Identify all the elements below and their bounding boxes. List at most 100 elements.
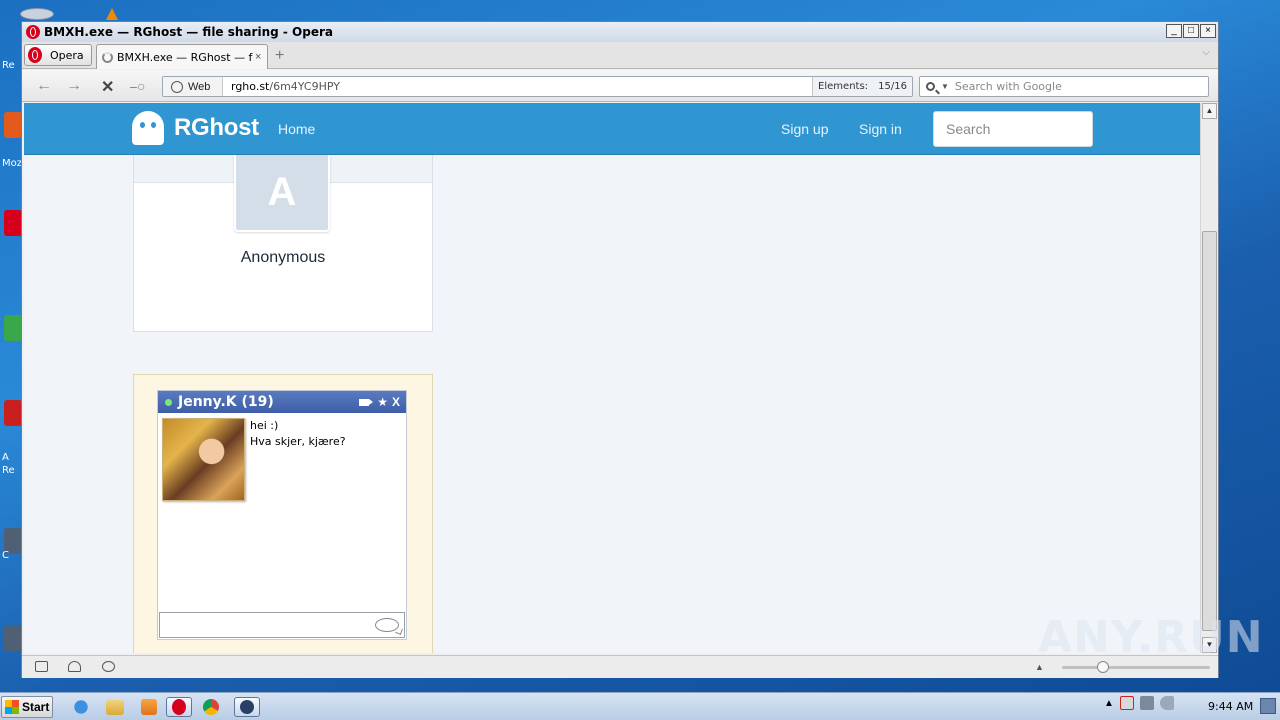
chat-message: Hva skjer, kjære? xyxy=(250,435,346,448)
elements-value: 15/16 xyxy=(878,81,907,92)
window-title: BMXH.exe — RGhost — file sharing - Opera xyxy=(44,25,333,39)
address-field[interactable]: Web rgho.st/6m4YC9HPY Elements: 15/16 xyxy=(162,76,913,97)
site-search-input[interactable]: Search xyxy=(933,111,1093,147)
avatar: A xyxy=(234,155,330,232)
taskbar: Start ▲ 9:44 AM xyxy=(0,692,1280,720)
ghost-logo-icon xyxy=(132,111,164,145)
tab-bar: Opera BMXH.exe — RGhost — f… × + ⌵ xyxy=(22,42,1218,69)
opera-taskbar-button[interactable] xyxy=(166,697,192,717)
desktop-label: A xyxy=(2,452,9,463)
web-label: Web xyxy=(188,80,211,93)
action-center-icon[interactable] xyxy=(1119,696,1134,710)
sign-up-link[interactable]: Sign up xyxy=(781,121,828,137)
vlc-icon[interactable] xyxy=(106,8,118,20)
browser-search-input[interactable]: ▼ Search with Google xyxy=(919,76,1209,97)
zoom-slider[interactable] xyxy=(1062,666,1210,669)
chat-message: hei :) xyxy=(250,419,279,432)
chrome-icon[interactable] xyxy=(203,699,219,715)
show-desktop-button[interactable] xyxy=(1260,698,1276,714)
browser-search-placeholder: Search with Google xyxy=(954,80,1062,93)
minimize-button[interactable]: _ xyxy=(1166,24,1182,38)
start-label: Start xyxy=(22,700,50,714)
opera-menu-button[interactable]: Opera xyxy=(24,44,92,66)
url-text[interactable]: rgho.st/6m4YC9HPY xyxy=(231,80,340,93)
chat-contact-name: Jenny.K (19) xyxy=(178,394,274,410)
contact-photo[interactable] xyxy=(162,418,245,501)
new-tab-button[interactable]: + xyxy=(275,47,284,65)
tab-active[interactable]: BMXH.exe — RGhost — f… × xyxy=(96,44,268,69)
elements-counter: Elements: 15/16 xyxy=(812,77,912,96)
online-status-icon xyxy=(165,398,172,406)
nav-home-link[interactable]: Home xyxy=(278,121,315,137)
sign-in-link[interactable]: Sign in xyxy=(859,121,902,137)
network-icon[interactable] xyxy=(1139,696,1154,710)
cloud-icon[interactable] xyxy=(68,661,81,672)
profile-card: A Anonymous xyxy=(133,155,433,332)
globe-icon xyxy=(171,80,183,93)
chat-widget[interactable]: Jenny.K (19) ★ X hei :) Hva skjer, kjære… xyxy=(157,390,407,640)
clock[interactable]: 9:44 AM xyxy=(1208,700,1253,713)
ad-box: Jenny.K (19) ★ X hei :) Hva skjer, kjære… xyxy=(133,374,433,653)
star-icon[interactable]: ★ xyxy=(377,395,388,409)
firefox-icon[interactable] xyxy=(4,112,22,138)
desktop-label: Moz xyxy=(2,158,22,169)
media-player-icon[interactable] xyxy=(141,699,157,715)
scroll-thumb[interactable] xyxy=(1202,231,1217,631)
url-path: /6m4YC9HPY xyxy=(269,80,340,93)
site-brand: RGhost xyxy=(174,114,259,141)
key-icon[interactable]: ⎯○ xyxy=(130,78,145,95)
back-arrow-icon[interactable]: ← xyxy=(36,77,52,95)
stop-icon[interactable]: ✕ xyxy=(101,77,114,97)
explorer-folder-icon[interactable] xyxy=(106,700,124,715)
recycle-bin-icon[interactable] xyxy=(20,8,54,20)
speed-dial-icon[interactable] xyxy=(102,661,115,672)
forward-arrow-icon[interactable]: → xyxy=(66,77,82,95)
opera-icon xyxy=(172,699,186,715)
video-icon[interactable] xyxy=(359,398,374,406)
chrome-desktop-icon[interactable] xyxy=(4,315,22,341)
page-viewport: RGhost Home Sign up Sign in Search A Ano… xyxy=(24,103,1200,653)
web-badge[interactable]: Web xyxy=(163,77,223,96)
acrobat-icon[interactable] xyxy=(4,400,22,426)
site-header: RGhost Home Sign up Sign in Search xyxy=(24,103,1200,155)
desktop-label: Re xyxy=(2,60,15,71)
opera-logo-icon xyxy=(26,25,40,39)
site-logo[interactable]: RGhost xyxy=(132,111,259,145)
start-button[interactable]: Start xyxy=(1,696,53,718)
profile-name[interactable]: Anonymous xyxy=(134,249,432,267)
scroll-up-button[interactable]: ▲ xyxy=(1202,103,1217,119)
desktop-app-icon[interactable] xyxy=(4,625,22,651)
tab-title: BMXH.exe — RGhost — f… xyxy=(117,50,253,64)
loading-spinner-icon xyxy=(102,51,113,63)
panel-toggle-icon[interactable] xyxy=(35,661,48,672)
address-toolbar: ← → ✕ ⎯○ Web rgho.st/6m4YC9HPY Elements:… xyxy=(22,70,1218,102)
desktop-label: C xyxy=(2,550,9,561)
app-icon xyxy=(240,700,254,714)
title-bar[interactable]: BMXH.exe — RGhost — file sharing - Opera… xyxy=(22,22,1218,42)
tab-menu-chevron-icon[interactable]: ⌵ xyxy=(1202,47,1210,58)
close-icon[interactable]: X xyxy=(392,395,400,409)
desktop-label: Re xyxy=(2,465,15,476)
close-button[interactable]: × xyxy=(1200,24,1216,38)
search-icon xyxy=(926,82,935,91)
opera-desktop-icon[interactable] xyxy=(4,210,22,236)
maximize-button[interactable]: □ xyxy=(1183,24,1199,38)
vertical-scrollbar[interactable]: ▲ ▼ xyxy=(1200,103,1217,653)
internet-explorer-icon[interactable] xyxy=(68,697,94,717)
elements-label: Elements: xyxy=(818,81,869,92)
speech-bubble-icon[interactable] xyxy=(375,618,399,632)
chevron-down-icon[interactable]: ▼ xyxy=(941,82,949,91)
app-taskbar-button[interactable] xyxy=(234,697,260,717)
tab-close-icon[interactable]: × xyxy=(255,51,261,63)
opera-menu-label: Opera xyxy=(50,48,84,62)
system-tray: ▲ xyxy=(1104,696,1174,710)
opera-icon xyxy=(28,47,42,63)
windows-logo-icon xyxy=(5,700,19,714)
zoom-triangle-icon[interactable]: ▲ xyxy=(1035,662,1044,672)
url-host: rgho.st xyxy=(231,80,270,93)
opera-window: BMXH.exe — RGhost — file sharing - Opera… xyxy=(21,21,1219,678)
chat-reply-input[interactable] xyxy=(159,612,405,638)
chat-header[interactable]: Jenny.K (19) ★ X xyxy=(158,391,406,413)
volume-icon[interactable] xyxy=(1159,696,1174,710)
tray-expand-icon[interactable]: ▲ xyxy=(1104,698,1114,709)
